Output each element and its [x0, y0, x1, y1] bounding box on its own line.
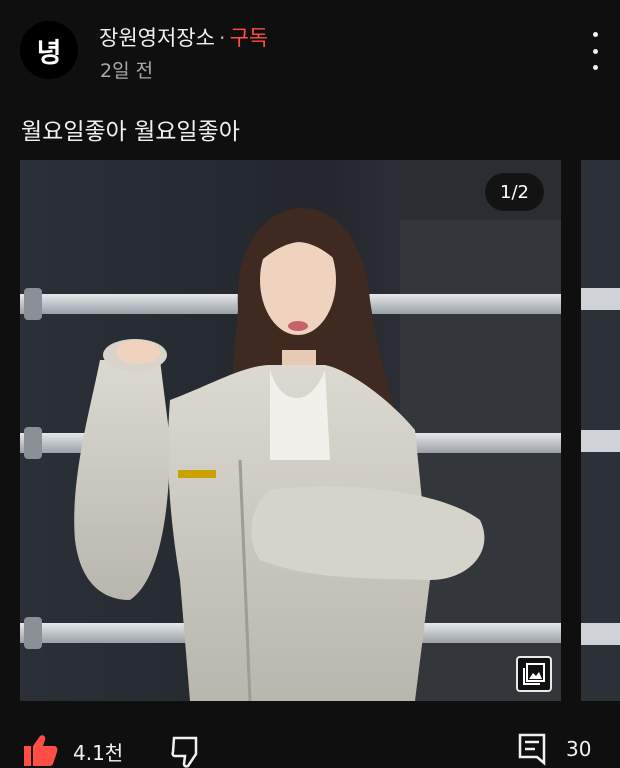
post-text: 월요일좋아 월요일좋아 — [21, 119, 240, 145]
like-count: 4.1천 — [73, 741, 124, 765]
channel-avatar[interactable]: 녕 — [20, 21, 78, 79]
image-carousel[interactable]: 1/2 — [0, 160, 620, 701]
comment-count: 30 — [566, 737, 592, 761]
more-vert-icon[interactable] — [580, 32, 610, 70]
separator-dot: · — [218, 26, 226, 50]
next-image-preview[interactable] — [581, 160, 620, 701]
post-time: 2일 전 — [100, 60, 154, 82]
post-image-photo — [20, 160, 561, 701]
dislike-icon[interactable] — [170, 734, 204, 768]
post-header: 녕 장원영저장소 · 구독 2일 전 — [0, 0, 620, 100]
channel-row: 장원영저장소 · 구독 — [99, 22, 268, 52]
subscribe-button[interactable]: 구독 — [230, 26, 269, 50]
image-counter: 1/2 — [485, 173, 544, 211]
comment-icon[interactable] — [517, 732, 547, 766]
gallery-icon[interactable] — [516, 656, 552, 692]
next-image-photo — [581, 160, 620, 701]
post-image[interactable]: 1/2 — [20, 160, 561, 701]
action-bar: 4.1천 30 — [0, 722, 620, 768]
like-icon[interactable] — [22, 732, 58, 768]
channel-name[interactable]: 장원영저장소 — [99, 26, 215, 50]
